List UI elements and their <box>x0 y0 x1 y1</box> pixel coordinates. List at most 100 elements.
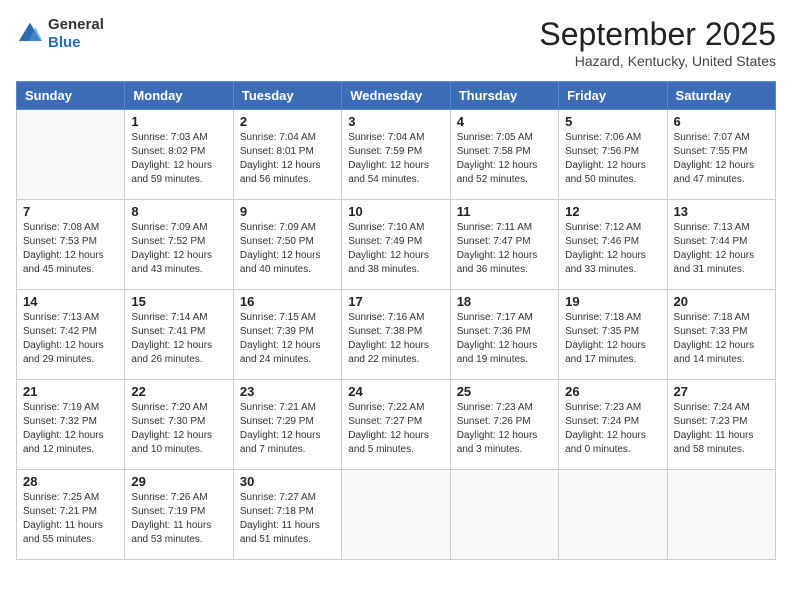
cell-info: Sunrise: 7:03 AM Sunset: 8:02 PM Dayligh… <box>131 131 226 187</box>
month-title: September 2025 <box>539 16 776 53</box>
day-number: 4 <box>457 114 552 129</box>
day-number: 7 <box>23 204 118 219</box>
day-number: 21 <box>23 384 118 399</box>
cell-info: Sunrise: 7:06 AM Sunset: 7:56 PM Dayligh… <box>565 131 660 187</box>
day-number: 18 <box>457 294 552 309</box>
cell-info: Sunrise: 7:23 AM Sunset: 7:26 PM Dayligh… <box>457 401 552 457</box>
weekday-header: Saturday <box>667 82 775 110</box>
day-number: 30 <box>240 474 335 489</box>
calendar-cell <box>342 470 450 560</box>
weekday-header: Monday <box>125 82 233 110</box>
day-number: 9 <box>240 204 335 219</box>
cell-info: Sunrise: 7:05 AM Sunset: 7:58 PM Dayligh… <box>457 131 552 187</box>
cell-info: Sunrise: 7:13 AM Sunset: 7:42 PM Dayligh… <box>23 311 118 367</box>
logo: General Blue <box>16 16 104 52</box>
calendar-cell: 21 Sunrise: 7:19 AM Sunset: 7:32 PM Dayli… <box>17 380 125 470</box>
weekday-header: Friday <box>559 82 667 110</box>
calendar-cell: 22 Sunrise: 7:20 AM Sunset: 7:30 PM Dayli… <box>125 380 233 470</box>
calendar-week-row: 28 Sunrise: 7:25 AM Sunset: 7:21 PM Dayli… <box>17 470 776 560</box>
calendar-cell: 10 Sunrise: 7:10 AM Sunset: 7:49 PM Dayli… <box>342 200 450 290</box>
calendar-cell: 11 Sunrise: 7:11 AM Sunset: 7:47 PM Dayli… <box>450 200 558 290</box>
cell-info: Sunrise: 7:08 AM Sunset: 7:53 PM Dayligh… <box>23 221 118 277</box>
day-number: 16 <box>240 294 335 309</box>
cell-info: Sunrise: 7:26 AM Sunset: 7:19 PM Dayligh… <box>131 491 226 547</box>
day-number: 24 <box>348 384 443 399</box>
calendar-cell: 8 Sunrise: 7:09 AM Sunset: 7:52 PM Daylig… <box>125 200 233 290</box>
day-number: 10 <box>348 204 443 219</box>
cell-info: Sunrise: 7:22 AM Sunset: 7:27 PM Dayligh… <box>348 401 443 457</box>
day-number: 13 <box>674 204 769 219</box>
cell-info: Sunrise: 7:18 AM Sunset: 7:35 PM Dayligh… <box>565 311 660 367</box>
calendar-cell: 5 Sunrise: 7:06 AM Sunset: 7:56 PM Daylig… <box>559 110 667 200</box>
day-number: 25 <box>457 384 552 399</box>
cell-info: Sunrise: 7:09 AM Sunset: 7:52 PM Dayligh… <box>131 221 226 277</box>
calendar-cell: 17 Sunrise: 7:16 AM Sunset: 7:38 PM Dayli… <box>342 290 450 380</box>
day-number: 12 <box>565 204 660 219</box>
calendar-cell: 15 Sunrise: 7:14 AM Sunset: 7:41 PM Dayli… <box>125 290 233 380</box>
calendar-cell: 30Sunrise: 7:27 AM Sunset: 7:18 PM Dayli… <box>233 470 341 560</box>
day-number: 17 <box>348 294 443 309</box>
calendar-cell: 18 Sunrise: 7:17 AM Sunset: 7:36 PM Dayli… <box>450 290 558 380</box>
day-number: 23 <box>240 384 335 399</box>
calendar-cell: 14Sunrise: 7:13 AM Sunset: 7:42 PM Dayli… <box>17 290 125 380</box>
day-number: 5 <box>565 114 660 129</box>
cell-info: Sunrise: 7:20 AM Sunset: 7:30 PM Dayligh… <box>131 401 226 457</box>
day-number: 22 <box>131 384 226 399</box>
calendar-body: 1Sunrise: 7:03 AM Sunset: 8:02 PM Daylig… <box>17 110 776 560</box>
day-number: 8 <box>131 204 226 219</box>
calendar-cell: 1Sunrise: 7:03 AM Sunset: 8:02 PM Daylig… <box>125 110 233 200</box>
calendar-cell: 20 Sunrise: 7:18 AM Sunset: 7:33 PM Dayli… <box>667 290 775 380</box>
calendar-week-row: 1Sunrise: 7:03 AM Sunset: 8:02 PM Daylig… <box>17 110 776 200</box>
calendar-cell: 9Sunrise: 7:09 AM Sunset: 7:50 PM Daylig… <box>233 200 341 290</box>
cell-info: Sunrise: 7:21 AM Sunset: 7:29 PM Dayligh… <box>240 401 335 457</box>
cell-info: Sunrise: 7:14 AM Sunset: 7:41 PM Dayligh… <box>131 311 226 367</box>
cell-info: Sunrise: 7:12 AM Sunset: 7:46 PM Dayligh… <box>565 221 660 277</box>
calendar-week-row: 21 Sunrise: 7:19 AM Sunset: 7:32 PM Dayli… <box>17 380 776 470</box>
cell-info: Sunrise: 7:10 AM Sunset: 7:49 PM Dayligh… <box>348 221 443 277</box>
day-number: 6 <box>674 114 769 129</box>
logo-text: General Blue <box>48 16 104 52</box>
cell-info: Sunrise: 7:11 AM Sunset: 7:47 PM Dayligh… <box>457 221 552 277</box>
day-number: 15 <box>131 294 226 309</box>
day-number: 11 <box>457 204 552 219</box>
calendar-cell: 13 Sunrise: 7:13 AM Sunset: 7:44 PM Dayli… <box>667 200 775 290</box>
cell-info: Sunrise: 7:07 AM Sunset: 7:55 PM Dayligh… <box>674 131 769 187</box>
calendar-cell: 6 Sunrise: 7:07 AM Sunset: 7:55 PM Daylig… <box>667 110 775 200</box>
calendar-cell: 12 Sunrise: 7:12 AM Sunset: 7:46 PM Dayli… <box>559 200 667 290</box>
calendar-cell: 25 Sunrise: 7:23 AM Sunset: 7:26 PM Dayli… <box>450 380 558 470</box>
logo-icon <box>16 20 44 48</box>
calendar-cell: 28 Sunrise: 7:25 AM Sunset: 7:21 PM Dayli… <box>17 470 125 560</box>
calendar-cell <box>667 470 775 560</box>
calendar-week-row: 7 Sunrise: 7:08 AM Sunset: 7:53 PM Daylig… <box>17 200 776 290</box>
cell-info: Sunrise: 7:17 AM Sunset: 7:36 PM Dayligh… <box>457 311 552 367</box>
location: Hazard, Kentucky, United States <box>539 53 776 69</box>
day-number: 27 <box>674 384 769 399</box>
header: General Blue September 2025 Hazard, Kent… <box>16 16 776 69</box>
calendar-week-row: 14Sunrise: 7:13 AM Sunset: 7:42 PM Dayli… <box>17 290 776 380</box>
day-number: 3 <box>348 114 443 129</box>
day-number: 19 <box>565 294 660 309</box>
cell-info: Sunrise: 7:19 AM Sunset: 7:32 PM Dayligh… <box>23 401 118 457</box>
calendar-cell: 4 Sunrise: 7:05 AM Sunset: 7:58 PM Daylig… <box>450 110 558 200</box>
day-number: 2 <box>240 114 335 129</box>
day-number: 26 <box>565 384 660 399</box>
cell-info: Sunrise: 7:16 AM Sunset: 7:38 PM Dayligh… <box>348 311 443 367</box>
cell-info: Sunrise: 7:24 AM Sunset: 7:23 PM Dayligh… <box>674 401 769 457</box>
cell-info: Sunrise: 7:04 AM Sunset: 7:59 PM Dayligh… <box>348 131 443 187</box>
calendar-cell: 26Sunrise: 7:23 AM Sunset: 7:24 PM Dayli… <box>559 380 667 470</box>
day-number: 20 <box>674 294 769 309</box>
calendar-cell: 2 Sunrise: 7:04 AM Sunset: 8:01 PM Daylig… <box>233 110 341 200</box>
weekday-header: Wednesday <box>342 82 450 110</box>
title-area: September 2025 Hazard, Kentucky, United … <box>539 16 776 69</box>
cell-info: Sunrise: 7:18 AM Sunset: 7:33 PM Dayligh… <box>674 311 769 367</box>
weekday-header: Thursday <box>450 82 558 110</box>
calendar-cell: 27 Sunrise: 7:24 AM Sunset: 7:23 PM Dayli… <box>667 380 775 470</box>
calendar-cell <box>17 110 125 200</box>
calendar-cell: 7 Sunrise: 7:08 AM Sunset: 7:53 PM Daylig… <box>17 200 125 290</box>
calendar: SundayMondayTuesdayWednesdayThursdayFrid… <box>16 81 776 560</box>
weekday-header: Sunday <box>17 82 125 110</box>
day-number: 28 <box>23 474 118 489</box>
cell-info: Sunrise: 7:13 AM Sunset: 7:44 PM Dayligh… <box>674 221 769 277</box>
cell-info: Sunrise: 7:04 AM Sunset: 8:01 PM Dayligh… <box>240 131 335 187</box>
cell-info: Sunrise: 7:25 AM Sunset: 7:21 PM Dayligh… <box>23 491 118 547</box>
